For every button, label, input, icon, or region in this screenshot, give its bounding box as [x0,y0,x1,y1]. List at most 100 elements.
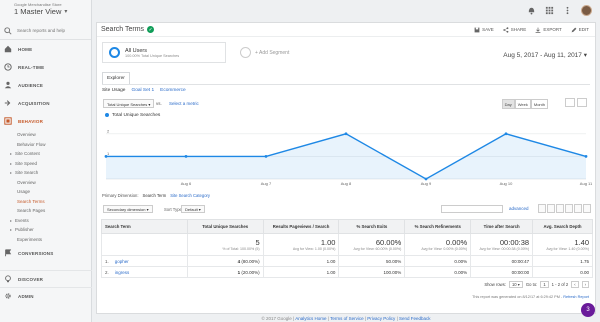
search-term-link[interactable]: gopher [115,259,129,264]
period-week-button[interactable]: Week [514,99,531,109]
add-segment-button[interactable]: + Add Segment [240,47,289,58]
check-icon: ✓ [147,26,155,33]
period-month-button[interactable]: Month [530,99,548,109]
save-icon [474,27,480,32]
view-comparison-button[interactable] [565,204,573,213]
y-tick-label: 2 [107,128,110,133]
sidebar-item-overview[interactable]: Overview [0,130,91,140]
view-percentage-button[interactable] [547,204,555,213]
nav-acquisition[interactable]: ACQUISITION [0,94,91,112]
sidebar-item-events[interactable]: Events [0,216,91,226]
tab-explorer[interactable]: Explorer [102,72,130,84]
col-search-term[interactable]: Search Term [101,219,188,234]
edit-icon [571,27,577,32]
col-search-exits[interactable]: % Search Exits [338,219,406,234]
prev-page-button[interactable]: ‹ [571,281,579,288]
footer-link-feedback[interactable]: Send Feedback [399,316,431,321]
advanced-filter-link[interactable]: advanced [509,206,529,211]
nav-conversions[interactable]: CONVERSIONS [0,244,91,262]
select-metric-link[interactable]: Select a metric [169,101,199,106]
nav-realtime[interactable]: REAL-TIME [0,58,91,76]
account-selector[interactable]: Google Merchandise Store 1 Master View ▾ [0,0,91,22]
notifications-icon[interactable] [527,6,536,15]
metric-select[interactable]: Total Unique Searches ▾ [103,99,155,108]
page-title: Search Terms [101,26,145,33]
legend-label: Total Unique Searches [112,112,161,118]
sidebar-item-site-content[interactable]: Site Content [0,149,91,159]
data-point[interactable] [584,154,588,158]
sort-type-select[interactable]: Default ▾ [181,205,205,213]
footer-link-terms[interactable]: Terms of Service [330,316,364,321]
x-tick-label: Aug 10 [500,181,513,186]
sidebar-item-behavior-flow[interactable]: Behavior Flow [0,140,91,150]
y-tick-label: 1 [107,151,110,156]
x-tick-label: Aug 7 [261,181,272,186]
footer-link-privacy[interactable]: Privacy Policy [367,316,395,321]
nav-audience[interactable]: AUDIENCE [0,76,91,94]
goto-page-input[interactable]: 1 [540,281,549,288]
nav-behavior[interactable]: BEHAVIOR [0,112,91,130]
subtab-site-usage[interactable]: Site Usage [102,88,125,93]
period-day-button[interactable]: Day [501,99,515,109]
data-point[interactable] [104,154,108,158]
sidebar-item-site-speed[interactable]: Site Speed [0,159,91,169]
col-time-after-search[interactable]: Time after Search [470,219,534,234]
apps-grid-icon[interactable] [545,6,554,15]
search-input[interactable] [17,28,87,33]
refresh-report-link[interactable]: Refresh Report [563,295,589,299]
data-point[interactable] [504,132,508,136]
sidebar-item-site-search[interactable]: Site Search [0,168,91,178]
data-point[interactable] [264,154,268,158]
rows-per-page-select[interactable]: 10 ▾ [508,281,523,288]
col-total-unique-searches[interactable]: Total Unique Searches [186,219,264,234]
col-results-pageviews[interactable]: Results Pageviews / Search [262,219,340,234]
sidebar-item-search-terms[interactable]: Search Terms [0,197,91,207]
table-search-input[interactable] [441,205,503,213]
save-button[interactable]: SAVE [474,27,494,33]
next-page-button[interactable]: › [581,281,589,288]
footer-link-analytics-home[interactable]: Analytics Home [295,316,326,321]
data-point[interactable] [184,154,188,158]
export-button[interactable]: EXPORT [535,27,562,33]
notification-count-badge[interactable]: 3 [581,303,595,317]
data-table: Search Term Total Unique Searches Result… [101,219,593,278]
view-pivot-button[interactable] [583,204,591,213]
subtab-goal-set-1[interactable]: Goal Set 1 [131,88,154,93]
sidebar-item-search-pages[interactable]: Search Pages [0,206,91,216]
line-chart-type-button[interactable] [565,98,575,107]
x-tick-label: Aug 6 [181,181,192,186]
nav-admin[interactable]: ADMIN [0,287,92,304]
flag-icon [5,249,12,257]
data-point[interactable] [424,177,428,181]
data-point[interactable] [344,132,348,136]
sidebar-item-search-overview[interactable]: Overview [0,178,91,188]
nav-bottom: DISCOVER ADMIN [0,270,92,304]
date-range-picker[interactable]: Aug 5, 2017 - Aug 11, 2017 ▾ [503,51,587,59]
segment-ring-icon [109,47,120,58]
nav-discover[interactable]: DISCOVER [0,270,92,287]
acquisition-icon [4,100,11,106]
col-search-refinements[interactable]: % Search Refinements [404,219,472,234]
person-icon [4,81,12,89]
search-term-link[interactable]: ingress [115,270,130,275]
sidebar-item-publisher[interactable]: Publisher [0,225,91,235]
nav-home[interactable]: HOME [0,40,91,58]
col-avg-search-depth[interactable]: Avg. Search Depth [532,219,593,234]
segment-all-users[interactable]: All Users 100.00% Total Unique Searches [102,42,226,63]
view-performance-button[interactable] [556,204,564,213]
sidebar-item-experiments[interactable]: Experiments [0,235,91,245]
motion-chart-type-button[interactable] [577,98,587,107]
view-table-button[interactable] [538,204,546,213]
primary-dimension-alt[interactable]: Site Search Category [170,193,210,201]
search-icon [4,26,12,35]
share-button[interactable]: SHARE [503,26,526,33]
subtab-ecommerce[interactable]: Ecommerce [160,88,186,93]
behavior-icon [4,117,12,125]
nav-list: HOME REAL-TIME AUDIENCE ACQUISITION BEHA… [0,40,91,262]
secondary-dimension-select[interactable]: Secondary dimension ▾ [103,205,153,213]
avatar[interactable] [581,5,592,16]
view-term-cloud-button[interactable] [574,204,582,213]
more-vert-icon[interactable] [563,6,572,15]
sidebar-item-usage[interactable]: Usage [0,187,91,197]
edit-button[interactable]: EDIT [571,27,589,33]
